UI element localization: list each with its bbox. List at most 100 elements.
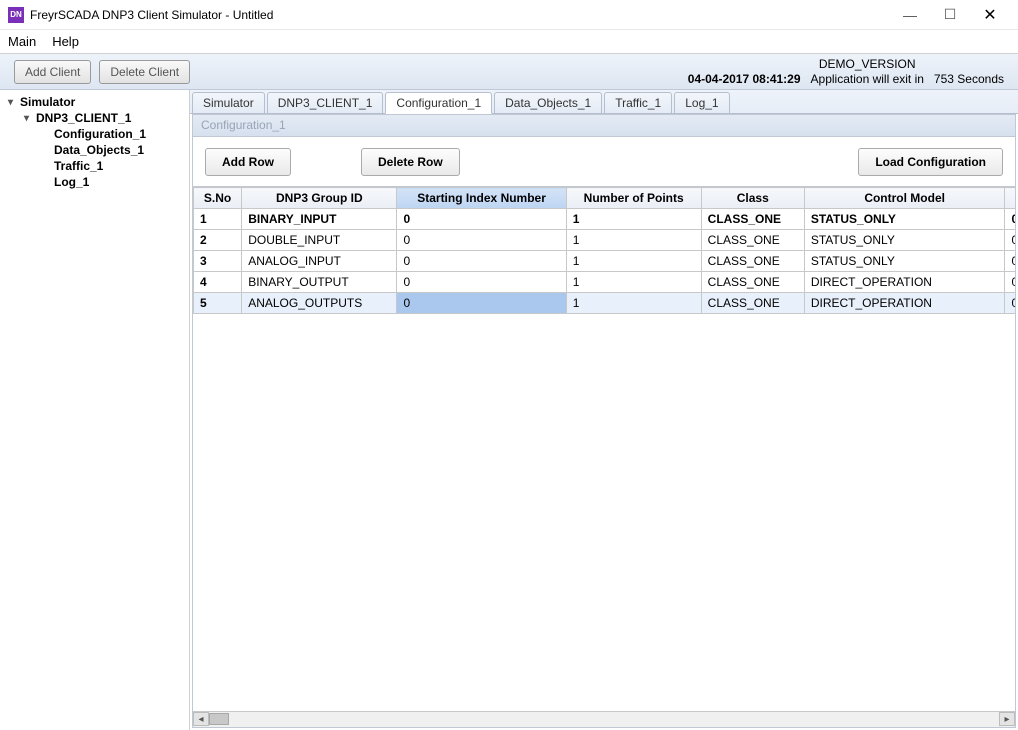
cell-starting-index[interactable]: 0 [397,251,566,272]
tree-item-data-objects[interactable]: Data_Objects_1 [2,142,187,158]
tree-item-label: Log_1 [54,175,89,189]
config-grid: S.No DNP3 Group ID Starting Index Number… [193,187,1015,314]
cell-sbo-timeout[interactable]: 0 [1005,251,1015,272]
tree-item-configuration[interactable]: Configuration_1 [2,126,187,142]
grid-scroll[interactable]: S.No DNP3 Group ID Starting Index Number… [193,187,1015,711]
menubar: Main Help [0,30,1018,54]
tree-client-label: DNP3_CLIENT_1 [36,111,131,125]
col-header-control-model[interactable]: Control Model [804,188,1005,209]
status-exit-label: Application will exit in [811,72,924,86]
cell-starting-index[interactable]: 0 [397,272,566,293]
scroll-left-icon[interactable]: ◂ [193,712,209,726]
toolbar: Add Client Delete Client 04-04-2017 08:4… [0,54,1018,90]
titlebar: DN FreyrSCADA DNP3 Client Simulator - Un… [0,0,1018,30]
tree-root-simulator[interactable]: ▾ Simulator [2,94,187,110]
status-datetime: 04-04-2017 08:41:29 [688,72,801,86]
add-row-button[interactable]: Add Row [205,148,291,176]
cell-sbo-timeout[interactable]: 0 [1005,293,1015,314]
app-icon: DN [8,7,24,23]
menu-help[interactable]: Help [52,34,79,49]
col-header-sbo-timeout[interactable]: SBO TimeOut [1005,188,1015,209]
maximize-button[interactable]: ☐ [930,1,970,29]
cell-starting-index[interactable]: 0 [397,293,566,314]
tree-item-traffic[interactable]: Traffic_1 [2,158,187,174]
tree-item-label: Traffic_1 [54,159,103,173]
cell-sno[interactable]: 5 [194,293,242,314]
cell-control-model[interactable]: DIRECT_OPERATION [804,272,1005,293]
col-header-starting-index[interactable]: Starting Index Number [397,188,566,209]
tree-item-label: Configuration_1 [54,127,146,141]
col-header-num-points[interactable]: Number of Points [566,188,701,209]
caret-down-icon[interactable]: ▾ [24,113,36,124]
tabs: Simulator DNP3_CLIENT_1 Configuration_1 … [190,90,1018,114]
cell-control-model[interactable]: STATUS_ONLY [804,251,1005,272]
cell-group-id[interactable]: DOUBLE_INPUT [242,230,397,251]
cell-sno[interactable]: 3 [194,251,242,272]
status-block: 04-04-2017 08:41:29 DEMO_VERSION Applica… [688,57,1004,86]
tab-traffic[interactable]: Traffic_1 [604,92,672,113]
status-seconds-value: 753 [934,72,954,86]
col-header-group-id[interactable]: DNP3 Group ID [242,188,397,209]
cell-class[interactable]: CLASS_ONE [701,251,804,272]
cell-control-model[interactable]: STATUS_ONLY [804,230,1005,251]
tab-configuration[interactable]: Configuration_1 [385,92,492,114]
close-button[interactable]: ✕ [970,1,1010,29]
cell-control-model[interactable]: STATUS_ONLY [804,209,1005,230]
cell-class[interactable]: CLASS_ONE [701,230,804,251]
tree-item-label: Data_Objects_1 [54,143,144,157]
cell-num-points[interactable]: 1 [566,293,701,314]
cell-num-points[interactable]: 1 [566,272,701,293]
menu-main[interactable]: Main [8,34,36,49]
col-header-class[interactable]: Class [701,188,804,209]
tree-client[interactable]: ▾ DNP3_CLIENT_1 [2,110,187,126]
cell-num-points[interactable]: 1 [566,209,701,230]
configuration-pane: Configuration_1 Add Row Delete Row Load … [192,114,1016,728]
cell-num-points[interactable]: 1 [566,251,701,272]
load-configuration-button[interactable]: Load Configuration [858,148,1003,176]
cell-sbo-timeout[interactable]: 0 [1005,272,1015,293]
table-row[interactable]: 2DOUBLE_INPUT01CLASS_ONESTATUS_ONLY00 [194,230,1016,251]
cell-class[interactable]: CLASS_ONE [701,293,804,314]
tab-dnp3-client[interactable]: DNP3_CLIENT_1 [267,92,384,113]
add-client-button[interactable]: Add Client [14,60,91,84]
table-row[interactable]: 5ANALOG_OUTPUTS01CLASS_ONEDIRECT_OPERATI… [194,293,1016,314]
delete-client-button[interactable]: Delete Client [99,60,190,84]
cell-sno[interactable]: 2 [194,230,242,251]
cell-class[interactable]: CLASS_ONE [701,272,804,293]
cell-starting-index[interactable]: 0 [397,230,566,251]
caret-down-icon[interactable]: ▾ [8,97,20,108]
status-demo-label: DEMO_VERSION [811,57,924,71]
horizontal-scrollbar[interactable]: ◂ ▸ [193,711,1015,727]
tab-log[interactable]: Log_1 [674,92,729,113]
scroll-right-icon[interactable]: ▸ [999,712,1015,726]
delete-row-button[interactable]: Delete Row [361,148,460,176]
pane-title: Configuration_1 [193,115,1015,137]
pane-toolbar: Add Row Delete Row Load Configuration [193,137,1015,187]
table-row[interactable]: 4BINARY_OUTPUT01CLASS_ONEDIRECT_OPERATIO… [194,272,1016,293]
grid-header-row: S.No DNP3 Group ID Starting Index Number… [194,188,1016,209]
table-row[interactable]: 1BINARY_INPUT01CLASS_ONESTATUS_ONLY00 [194,209,1016,230]
tab-simulator[interactable]: Simulator [192,92,265,113]
cell-group-id[interactable]: BINARY_OUTPUT [242,272,397,293]
cell-starting-index[interactable]: 0 [397,209,566,230]
sidebar-tree: ▾ Simulator ▾ DNP3_CLIENT_1 Configuratio… [0,90,190,730]
col-header-sno[interactable]: S.No [194,188,242,209]
scrollbar-thumb[interactable] [209,713,229,725]
status-seconds-label: Seconds [957,72,1004,86]
minimize-button[interactable]: — [890,1,930,29]
cell-sbo-timeout[interactable]: 0 [1005,209,1015,230]
tree-root-label: Simulator [20,95,75,109]
cell-sno[interactable]: 1 [194,209,242,230]
cell-sno[interactable]: 4 [194,272,242,293]
cell-group-id[interactable]: BINARY_INPUT [242,209,397,230]
cell-sbo-timeout[interactable]: 0 [1005,230,1015,251]
table-row[interactable]: 3ANALOG_INPUT01CLASS_ONESTATUS_ONLY00 [194,251,1016,272]
cell-group-id[interactable]: ANALOG_OUTPUTS [242,293,397,314]
cell-control-model[interactable]: DIRECT_OPERATION [804,293,1005,314]
tree-item-log[interactable]: Log_1 [2,174,187,190]
tab-data-objects[interactable]: Data_Objects_1 [494,92,602,113]
cell-group-id[interactable]: ANALOG_INPUT [242,251,397,272]
window-title: FreyrSCADA DNP3 Client Simulator - Untit… [30,8,273,22]
cell-num-points[interactable]: 1 [566,230,701,251]
cell-class[interactable]: CLASS_ONE [701,209,804,230]
